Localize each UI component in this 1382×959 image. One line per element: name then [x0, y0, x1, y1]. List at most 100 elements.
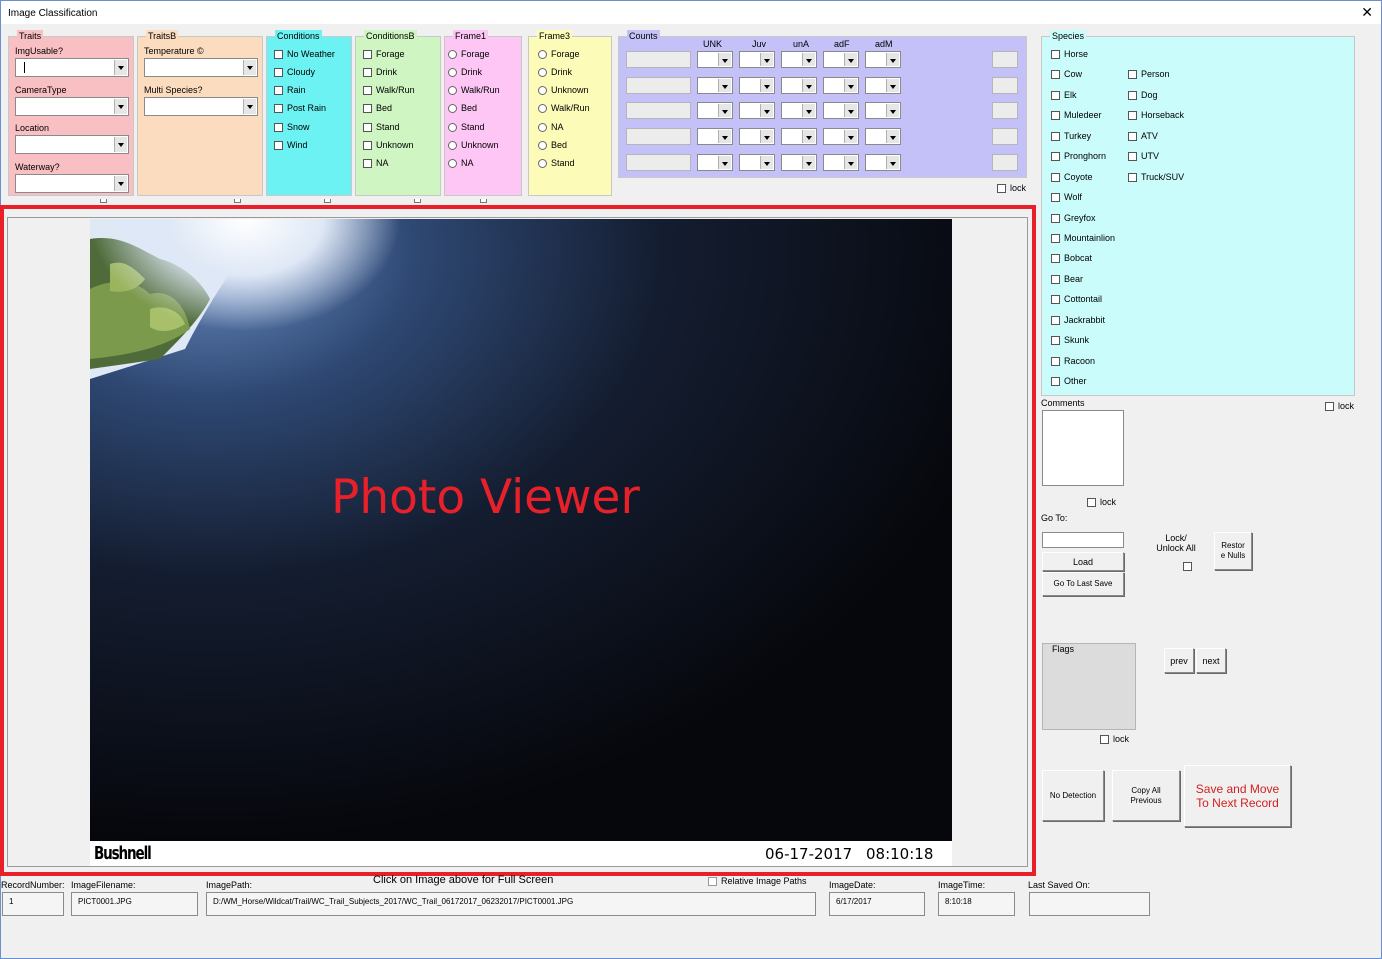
waterway-combo[interactable]	[15, 174, 129, 193]
checkbox-box[interactable]	[274, 49, 283, 59]
image-time-field[interactable]: 8:10:18	[938, 892, 1015, 916]
flags-lock-checkbox[interactable]: lock	[1100, 734, 1129, 744]
radio-circle[interactable]	[448, 67, 457, 77]
checkbox-box[interactable]	[1051, 151, 1060, 161]
chevron-down-icon[interactable]	[718, 104, 731, 117]
frame3-radio[interactable]: Drink	[538, 67, 572, 77]
count-juv-combo[interactable]	[739, 154, 775, 171]
count-una-combo[interactable]	[781, 102, 817, 119]
count-unk-combo[interactable]	[697, 77, 733, 94]
checkbox-box[interactable]	[1087, 497, 1096, 507]
chevron-down-icon[interactable]	[114, 60, 127, 75]
checkbox-box[interactable]	[1051, 253, 1060, 263]
lock-unlock-all-checkbox[interactable]	[1183, 562, 1192, 571]
chevron-down-icon[interactable]	[760, 79, 773, 92]
next-button[interactable]: next	[1196, 648, 1226, 673]
frame1-radio[interactable]: NA	[448, 158, 474, 168]
condition-checkbox[interactable]: Snow	[274, 122, 310, 132]
no-detection-button[interactable]: No Detection	[1042, 770, 1104, 821]
chevron-down-icon[interactable]	[886, 79, 899, 92]
condition-checkbox[interactable]: Post Rain	[274, 103, 326, 113]
chevron-down-icon[interactable]	[760, 130, 773, 143]
chevron-down-icon[interactable]	[886, 104, 899, 117]
camera-type-combo[interactable]	[15, 97, 129, 116]
chevron-down-icon[interactable]	[844, 130, 857, 143]
count-adf-combo[interactable]	[823, 154, 859, 171]
last-saved-field[interactable]	[1029, 892, 1150, 916]
chevron-down-icon[interactable]	[802, 53, 815, 66]
species-checkbox[interactable]: Elk	[1051, 90, 1077, 100]
image-filename-field[interactable]: PICT0001.JPG	[71, 892, 198, 916]
checkbox-box[interactable]	[363, 158, 372, 168]
chevron-down-icon[interactable]	[114, 137, 127, 152]
species-checkbox[interactable]: Horse	[1051, 49, 1088, 59]
chevron-down-icon[interactable]	[718, 130, 731, 143]
chevron-down-icon[interactable]	[718, 79, 731, 92]
checkbox-box[interactable]	[1325, 401, 1334, 411]
frame3-radio[interactable]: Walk/Run	[538, 103, 590, 113]
conditionB-checkbox[interactable]: Forage	[363, 49, 405, 59]
chevron-down-icon[interactable]	[886, 53, 899, 66]
checkbox-box[interactable]	[1051, 294, 1060, 304]
species-checkbox[interactable]: ATV	[1128, 131, 1158, 141]
species-checkbox[interactable]: Bobcat	[1051, 253, 1092, 263]
radio-circle[interactable]	[448, 158, 457, 168]
checkbox-box[interactable]	[1128, 90, 1137, 100]
radio-circle[interactable]	[538, 122, 547, 132]
panel-lock-checkbox[interactable]	[480, 199, 487, 203]
frame3-radio[interactable]: Forage	[538, 49, 580, 59]
frame1-radio[interactable]: Unknown	[448, 140, 499, 150]
record-number-field[interactable]: 1	[2, 892, 64, 916]
frame3-radio[interactable]: Bed	[538, 140, 567, 150]
condition-checkbox[interactable]: Cloudy	[274, 67, 315, 77]
chevron-down-icon[interactable]	[844, 53, 857, 66]
chevron-down-icon[interactable]	[802, 104, 815, 117]
chevron-down-icon[interactable]	[760, 156, 773, 169]
relative-paths-checkbox[interactable]: Relative Image Paths	[708, 876, 807, 886]
chevron-down-icon[interactable]	[802, 156, 815, 169]
species-checkbox[interactable]: Person	[1128, 69, 1170, 79]
count-adm-combo[interactable]	[865, 102, 901, 119]
temperature-combo[interactable]	[144, 58, 258, 77]
image-date-field[interactable]: 6/17/2017	[829, 892, 925, 916]
frame1-radio[interactable]: Walk/Run	[448, 85, 500, 95]
count-una-combo[interactable]	[781, 154, 817, 171]
copy-all-previous-button[interactable]: Copy All Previous	[1112, 770, 1180, 821]
counts-species-field[interactable]	[626, 128, 691, 145]
checkbox-box[interactable]	[363, 103, 372, 113]
checkbox-box[interactable]	[363, 67, 372, 77]
count-una-combo[interactable]	[781, 51, 817, 68]
frame3-radio[interactable]: Stand	[538, 158, 575, 168]
checkbox-box[interactable]	[1183, 562, 1192, 571]
frame3-radio[interactable]: Unknown	[538, 85, 589, 95]
checkbox-box[interactable]	[274, 122, 283, 132]
radio-circle[interactable]	[448, 122, 457, 132]
conditionB-checkbox[interactable]: Bed	[363, 103, 392, 113]
counts-lock-checkbox[interactable]: lock	[997, 183, 1026, 193]
checkbox-box[interactable]	[1051, 131, 1060, 141]
count-total-field[interactable]	[992, 128, 1018, 145]
species-checkbox[interactable]: Wolf	[1051, 192, 1082, 202]
chevron-down-icon[interactable]	[243, 99, 256, 114]
species-checkbox[interactable]: Coyote	[1051, 172, 1093, 182]
condition-checkbox[interactable]: No Weather	[274, 49, 335, 59]
chevron-down-icon[interactable]	[844, 156, 857, 169]
species-checkbox[interactable]: Horseback	[1128, 110, 1184, 120]
species-checkbox[interactable]: UTV	[1128, 151, 1159, 161]
species-checkbox[interactable]: Pronghorn	[1051, 151, 1106, 161]
checkbox-box[interactable]	[1051, 213, 1060, 223]
radio-circle[interactable]	[538, 158, 547, 168]
species-checkbox[interactable]: Bear	[1051, 274, 1083, 284]
count-unk-combo[interactable]	[697, 154, 733, 171]
count-adm-combo[interactable]	[865, 128, 901, 145]
count-juv-combo[interactable]	[739, 51, 775, 68]
chevron-down-icon[interactable]	[243, 60, 256, 75]
chevron-down-icon[interactable]	[718, 156, 731, 169]
condition-checkbox[interactable]: Wind	[274, 140, 308, 150]
prev-button[interactable]: prev	[1164, 648, 1194, 673]
checkbox-box[interactable]	[997, 183, 1006, 193]
frame3-radio[interactable]: NA	[538, 122, 564, 132]
species-checkbox[interactable]: Skunk	[1051, 335, 1089, 345]
radio-circle[interactable]	[448, 140, 457, 150]
checkbox-box[interactable]	[363, 122, 372, 132]
